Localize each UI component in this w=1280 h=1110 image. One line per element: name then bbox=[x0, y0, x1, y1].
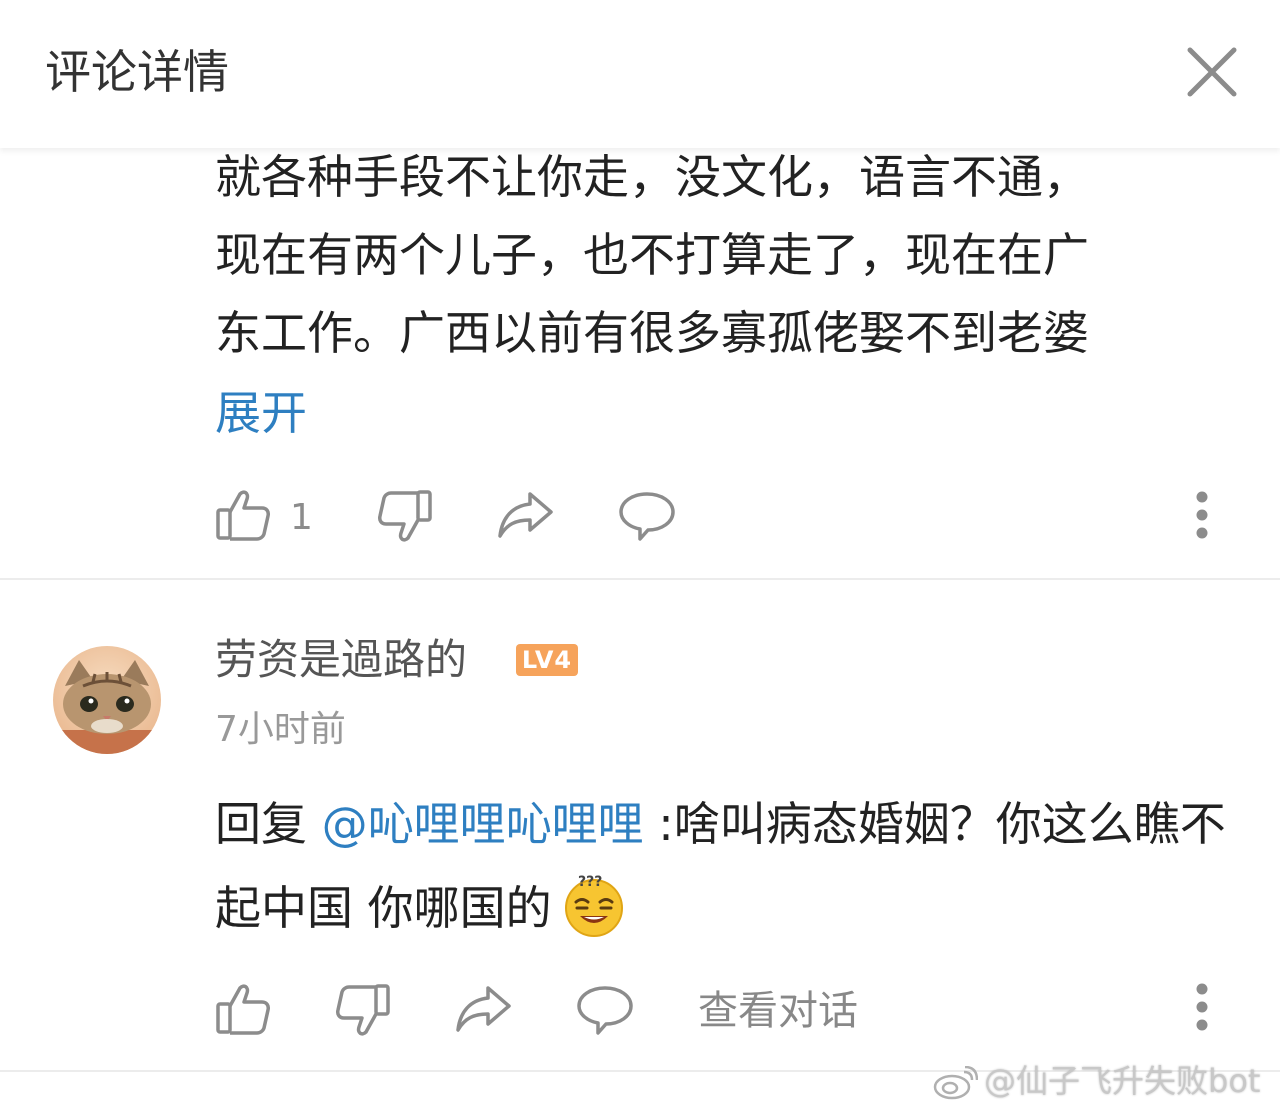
username[interactable]: 劳资是過路的 bbox=[215, 632, 467, 688]
share-button[interactable] bbox=[496, 490, 554, 542]
page-title: 评论详情 bbox=[45, 45, 229, 99]
dislike-button[interactable] bbox=[334, 982, 392, 1040]
mention-link[interactable]: @吣哩哩吣哩哩 bbox=[322, 797, 644, 851]
dislike-icon bbox=[336, 984, 390, 1036]
like-button[interactable] bbox=[214, 486, 272, 544]
comment-body: 就各种手段不让你走，没文化，语言不通， 现在有两个儿子，也不打算走了，现在在广 … bbox=[215, 138, 1235, 374]
timestamp: 7小时前 bbox=[215, 709, 346, 750]
expand-link[interactable]: 展开 bbox=[215, 378, 307, 448]
close-button[interactable] bbox=[1180, 40, 1244, 104]
like-count: 1 bbox=[290, 497, 313, 538]
watermark-text: @仙子飞升失败bot bbox=[984, 1062, 1261, 1100]
confused-grin-emoji-icon: ??? bbox=[560, 870, 628, 938]
comment-button[interactable] bbox=[618, 490, 676, 542]
divider bbox=[0, 578, 1280, 580]
close-icon bbox=[1187, 47, 1237, 97]
like-button[interactable] bbox=[214, 980, 272, 1038]
share-icon bbox=[456, 986, 511, 1032]
like-icon bbox=[216, 984, 270, 1035]
comment-icon bbox=[619, 492, 675, 541]
svg-text:???: ??? bbox=[578, 874, 602, 890]
header: 评论详情 bbox=[0, 0, 1280, 148]
level-badge: LV4 bbox=[516, 644, 578, 676]
weibo-icon bbox=[933, 1066, 978, 1100]
more-options-button[interactable] bbox=[1182, 977, 1222, 1037]
more-icon bbox=[1196, 491, 1208, 539]
comment-line: 现在有两个儿子，也不打算走了，现在在广 bbox=[215, 228, 1089, 282]
reply-prefix: 回复 bbox=[215, 797, 307, 851]
watermark: @仙子飞升失败bot bbox=[932, 1058, 1260, 1104]
avatar[interactable] bbox=[53, 646, 161, 754]
share-button[interactable] bbox=[454, 984, 512, 1036]
comment-line: 就各种手段不让你走，没文化，语言不通， bbox=[215, 150, 1089, 204]
dislike-button[interactable] bbox=[376, 488, 434, 546]
comment-line: 东工作。广西以前有很多寡孤佬娶不到老婆 bbox=[215, 306, 1089, 360]
dislike-icon bbox=[378, 490, 432, 542]
comment-button[interactable] bbox=[576, 984, 634, 1036]
view-conversation-link[interactable]: 查看对话 bbox=[698, 984, 858, 1038]
comment-icon bbox=[577, 986, 633, 1035]
comment-body: 回复 @吣哩哩吣哩哩 :啥叫病态婚姻？你这么瞧不起中国 你哪国的 ??? bbox=[215, 782, 1235, 950]
more-icon bbox=[1196, 983, 1208, 1031]
like-icon bbox=[216, 490, 270, 541]
more-options-button[interactable] bbox=[1182, 485, 1222, 545]
cat-avatar-icon bbox=[53, 646, 161, 754]
share-icon bbox=[498, 492, 553, 538]
